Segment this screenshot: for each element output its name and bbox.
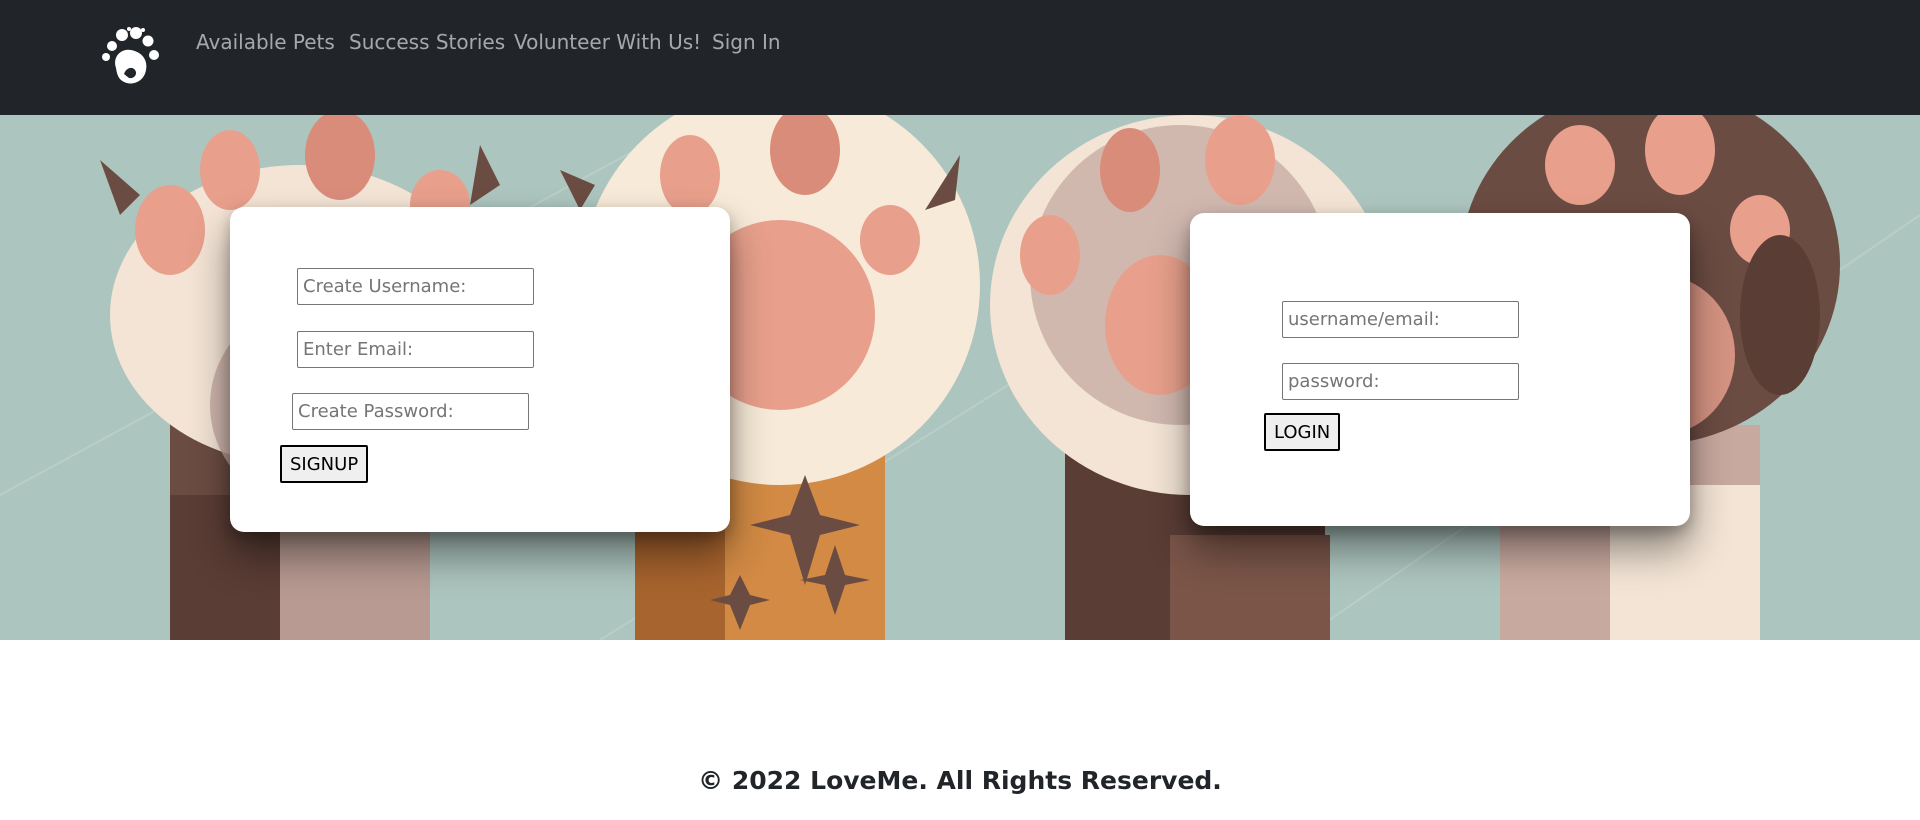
nav-available-pets[interactable]: Available Pets <box>196 28 335 56</box>
login-card: LOGIN <box>1190 213 1690 526</box>
password-field[interactable] <box>1282 363 1519 400</box>
create-username-field[interactable] <box>297 268 534 305</box>
nav-volunteer[interactable]: Volunteer With Us! <box>514 28 701 56</box>
signup-button[interactable]: SIGNUP <box>280 445 369 483</box>
create-password-field[interactable] <box>292 393 529 430</box>
paw-logo-icon[interactable] <box>98 24 164 90</box>
top-navbar: Available Pets Success Stories Volunteer… <box>0 0 1920 115</box>
nav-sign-in[interactable]: Sign In <box>712 28 781 56</box>
copyright-footer: © 2022 LoveMe. All Rights Reserved. <box>698 766 1222 795</box>
login-button[interactable]: LOGIN <box>1264 413 1341 451</box>
nav-success-stories[interactable]: Success Stories <box>349 28 505 56</box>
email-field[interactable] <box>297 331 534 368</box>
signup-card: SIGNUP <box>230 207 730 532</box>
username-email-field[interactable] <box>1282 301 1519 338</box>
